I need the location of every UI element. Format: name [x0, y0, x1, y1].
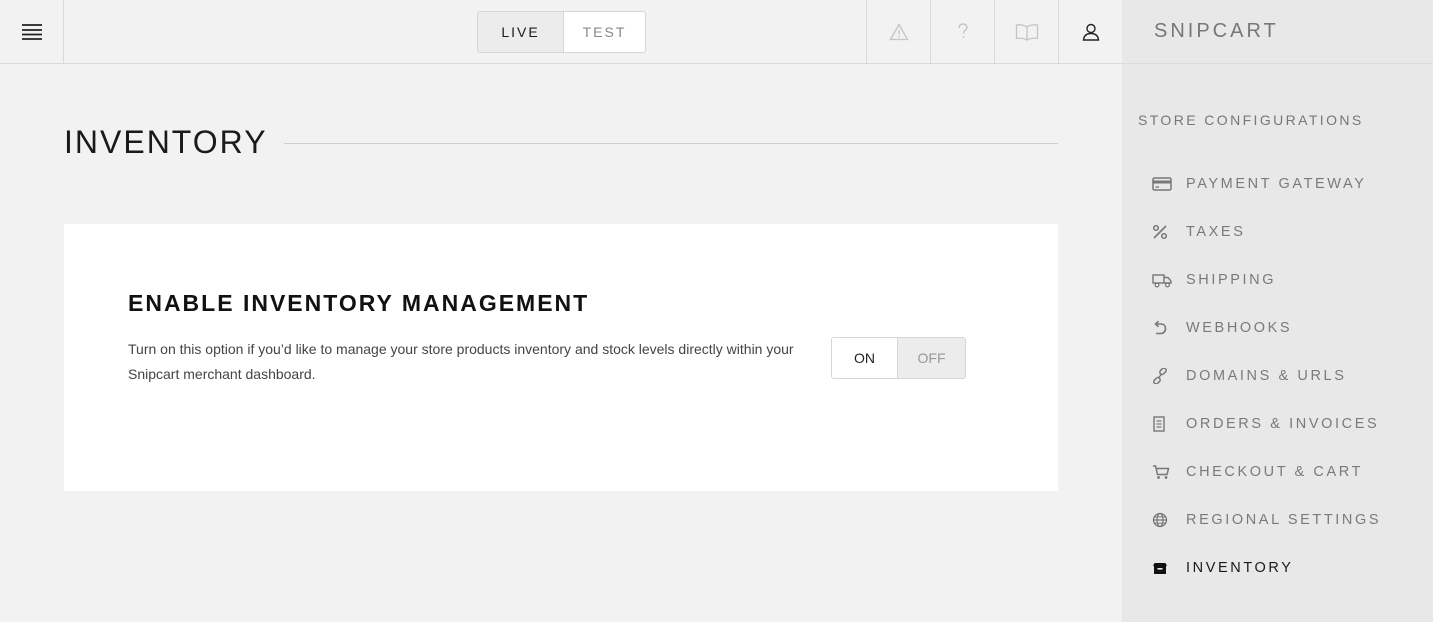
documentation-book-icon[interactable] — [994, 0, 1058, 63]
inventory-management-toggle: ON OFF — [831, 337, 966, 379]
card-description: Turn on this option if you’d like to man… — [128, 341, 794, 382]
truck-icon — [1152, 273, 1186, 288]
help-icon[interactable] — [930, 0, 994, 63]
sidebar-item-domains-urls[interactable]: DOMAINS & URLS — [1152, 352, 1433, 400]
globe-icon — [1152, 512, 1186, 528]
inventory-box-icon — [1152, 561, 1186, 575]
sidebar-item-checkout-cart[interactable]: CHECKOUT & CART — [1152, 448, 1433, 496]
user-account-icon[interactable] — [1058, 0, 1122, 63]
warning-icon[interactable] — [866, 0, 930, 63]
settings-sidebar: SNIPCART STORE CONFIGURATIONS PAYMENT GA… — [1122, 0, 1433, 622]
sidebar-item-label: TAXES — [1186, 224, 1246, 240]
sidebar-item-label: PAYMENT GATEWAY — [1186, 176, 1367, 192]
sidebar-item-taxes[interactable]: TAXES — [1152, 208, 1433, 256]
inventory-settings-card: ENABLE INVENTORY MANAGEMENT Turn on this… — [64, 224, 1058, 491]
sidebar-section-title: STORE CONFIGURATIONS — [1138, 112, 1364, 128]
percent-icon — [1152, 224, 1186, 240]
sidebar-item-regional-settings[interactable]: REGIONAL SETTINGS — [1152, 496, 1433, 544]
sidebar-item-label: INVENTORY — [1186, 560, 1294, 576]
sidebar-item-inventory[interactable]: INVENTORY — [1152, 544, 1433, 592]
card-title: ENABLE INVENTORY MANAGEMENT — [128, 290, 590, 316]
cart-icon — [1152, 464, 1186, 480]
environment-toggle: LIVE TEST — [477, 11, 646, 53]
test-mode-button[interactable]: TEST — [564, 12, 645, 52]
link-icon — [1152, 368, 1186, 384]
sidebar-item-label: ORDERS & INVOICES — [1186, 416, 1380, 432]
top-icon-group — [866, 0, 1122, 63]
credit-card-icon — [1152, 177, 1186, 191]
top-bar: LIVE TEST — [0, 0, 1122, 64]
live-mode-button[interactable]: LIVE — [478, 12, 564, 52]
sidebar-item-label: REGIONAL SETTINGS — [1186, 512, 1382, 528]
hamburger-menu-icon[interactable] — [0, 0, 64, 63]
sidebar-item-label: WEBHOOKS — [1186, 320, 1293, 336]
toggle-on-button[interactable]: ON — [832, 338, 898, 378]
webhook-arrow-icon — [1152, 320, 1186, 336]
brand-logo[interactable]: SNIPCART — [1122, 0, 1433, 64]
title-divider — [284, 143, 1058, 144]
sidebar-item-webhooks[interactable]: WEBHOOKS — [1152, 304, 1433, 352]
toggle-off-button[interactable]: OFF — [898, 338, 965, 378]
sidebar-item-payment-gateway[interactable]: PAYMENT GATEWAY — [1152, 160, 1433, 208]
receipt-icon — [1152, 416, 1186, 432]
page-title: INVENTORY — [64, 124, 268, 160]
sidebar-item-orders-invoices[interactable]: ORDERS & INVOICES — [1152, 400, 1433, 448]
sidebar-nav: PAYMENT GATEWAY TAXES SHIPPING WEBHOOKS … — [1152, 160, 1433, 592]
sidebar-item-label: CHECKOUT & CART — [1186, 464, 1364, 480]
sidebar-item-shipping[interactable]: SHIPPING — [1152, 256, 1433, 304]
sidebar-item-label: DOMAINS & URLS — [1186, 368, 1347, 384]
sidebar-item-label: SHIPPING — [1186, 272, 1277, 288]
